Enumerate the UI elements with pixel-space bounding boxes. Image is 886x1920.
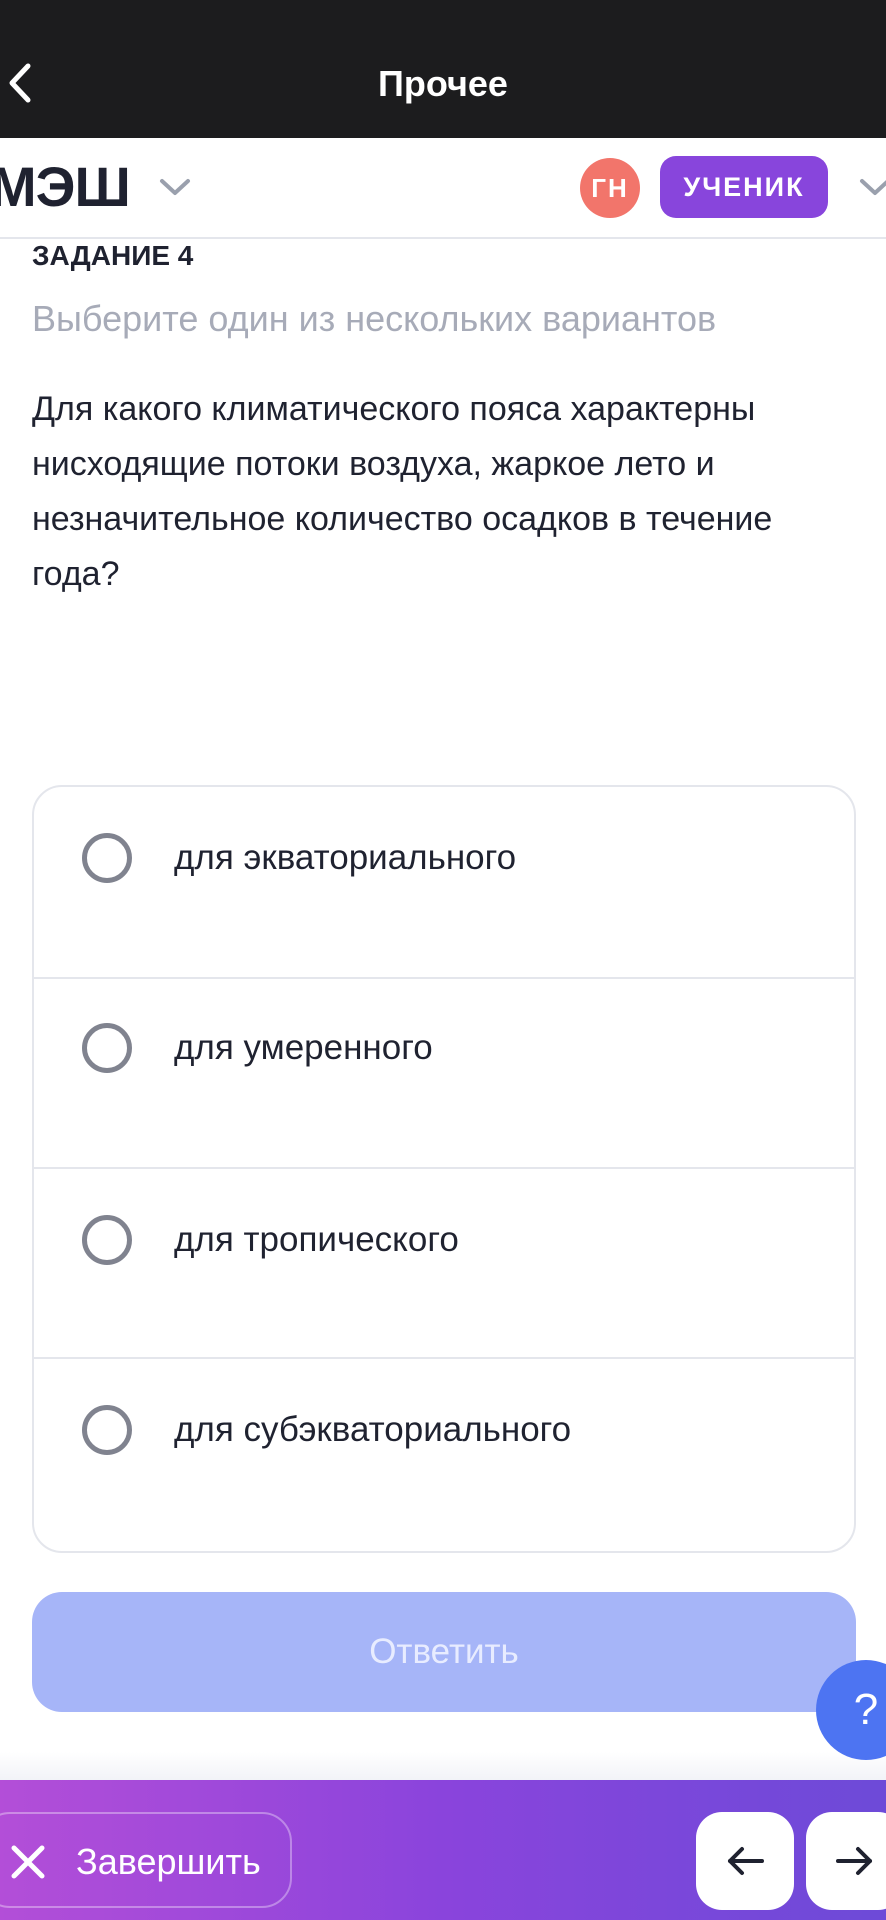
submit-answer-button[interactable]: Ответить (32, 1592, 856, 1712)
bottom-action-bar: Завершить (0, 1780, 886, 1920)
app-header: МЭШ ГН УЧЕНИК (0, 138, 886, 239)
mesh-logo[interactable]: МЭШ (0, 156, 131, 218)
top-navigation-bar: Прочее (0, 0, 886, 138)
previous-task-button[interactable] (696, 1812, 794, 1910)
answer-option-label: для тропического (174, 1220, 459, 1259)
user-avatar[interactable]: ГН (580, 158, 640, 218)
arrow-left-icon (728, 1847, 764, 1875)
close-icon (11, 1845, 45, 1879)
radio-button[interactable] (82, 1023, 132, 1073)
finish-button-label: Завершить (76, 1841, 261, 1882)
content-bottom-edge (0, 1752, 886, 1780)
answer-option-label: для субэкваториального (174, 1410, 572, 1449)
answer-option[interactable]: для умеренного (34, 977, 854, 1169)
radio-button[interactable] (82, 1215, 132, 1265)
answer-option-label: для экваториального (174, 838, 517, 877)
arrow-right-icon (836, 1847, 872, 1875)
chevron-down-icon[interactable] (158, 176, 192, 198)
answer-option[interactable]: для экваториального (34, 787, 854, 979)
next-task-button[interactable] (806, 1812, 886, 1910)
role-chevron-down-icon[interactable] (858, 176, 886, 198)
answer-option[interactable]: для субэкваториального (34, 1359, 854, 1549)
task-hint: Выберите один из нескольких вариантов (32, 298, 717, 339)
screen-title: Прочее (378, 63, 508, 104)
question-text: Для какого климатического пояса характер… (32, 390, 773, 593)
finish-button[interactable]: Завершить (0, 1812, 292, 1908)
radio-button[interactable] (82, 1405, 132, 1455)
answer-option[interactable]: для тропического (34, 1167, 854, 1359)
answer-options-list: для экваториального для умеренного для т… (32, 785, 856, 1553)
radio-button[interactable] (82, 833, 132, 883)
task-number-label: ЗАДАНИЕ 4 (32, 240, 194, 271)
role-badge[interactable]: УЧЕНИК (660, 156, 828, 218)
answer-option-label: для умеренного (174, 1028, 433, 1067)
